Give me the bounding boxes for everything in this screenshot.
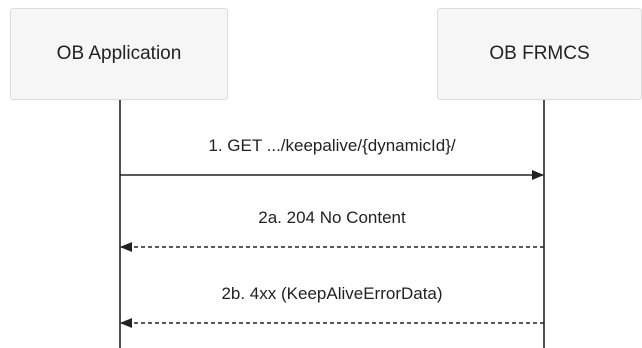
message-label-2a: 2a. 204 No Content: [258, 208, 406, 227]
message-label-2b: 2b. 4xx (KeepAliveErrorData): [221, 284, 442, 303]
message-label-1: 1. GET .../keepalive/{dynamicId}/: [208, 136, 456, 155]
sequence-diagram: 1. GET .../keepalive/{dynamicId}/ 2a. 20…: [119, 100, 545, 348]
